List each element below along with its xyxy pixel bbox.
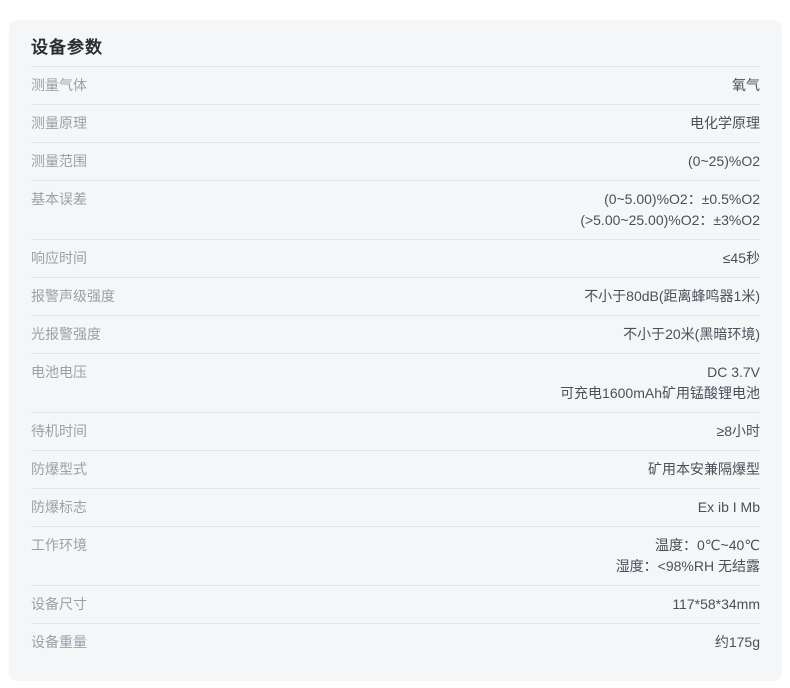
spec-value: 矿用本安兼隔爆型 [87,459,760,480]
spec-label: 防爆标志 [31,497,87,518]
spec-row-light-alarm-intensity: 光报警强度 不小于20米(黑暗环境) [31,316,760,354]
spec-value: DC 3.7V 可充电1600mAh矿用锰酸锂电池 [87,362,760,404]
spec-value: 不小于20米(黑暗环境) [101,324,760,345]
spec-row-measure-range: 测量范围 (0~25)%O2 [31,143,760,181]
spec-value-line: DC 3.7V [107,362,760,383]
spec-value-line: 矿用本安兼隔爆型 [107,459,760,480]
spec-label: 测量范围 [31,151,87,172]
spec-value-line: ≥8小时 [107,421,760,442]
spec-value: 117*58*34mm [87,594,760,615]
spec-value: 约175g [87,632,760,653]
spec-value: Ex ib I Mb [87,497,760,518]
spec-label: 设备尺寸 [31,594,87,615]
spec-row-measure-principle: 测量原理 电化学原理 [31,105,760,143]
spec-label: 测量气体 [31,75,87,96]
spec-label: 设备重量 [31,632,87,653]
spec-value: 氧气 [87,75,760,96]
spec-value: ≤45秒 [87,248,760,269]
spec-row-explosion-proof-mark: 防爆标志 Ex ib I Mb [31,489,760,527]
spec-value-line: Ex ib I Mb [107,497,760,518]
spec-row-basic-error: 基本误差 (0~5.00)%O2：±0.5%O2 (>5.00~25.00)%O… [31,181,760,240]
spec-value: ≥8小时 [87,421,760,442]
spec-row-explosion-proof-type: 防爆型式 矿用本安兼隔爆型 [31,451,760,489]
spec-label: 光报警强度 [31,324,101,345]
spec-value-line: 电化学原理 [107,113,760,134]
spec-row-alarm-sound-level: 报警声级强度 不小于80dB(距离蜂鸣器1米) [31,278,760,316]
spec-row-response-time: 响应时间 ≤45秒 [31,240,760,278]
spec-label: 测量原理 [31,113,87,134]
spec-row-measure-gas: 测量气体 氧气 [31,67,760,105]
spec-value-line: (0~25)%O2 [107,151,760,172]
spec-value-line: 约175g [107,632,760,653]
spec-row-working-environment: 工作环境 温度：0℃~40℃ 湿度：<98%RH 无结露 [31,527,760,586]
spec-value: (0~5.00)%O2：±0.5%O2 (>5.00~25.00)%O2：±3%… [87,189,760,231]
spec-value-line: 117*58*34mm [107,594,760,615]
device-parameters-card: 设备参数 测量气体 氧气 测量原理 电化学原理 测量范围 (0~25)%O2 基… [9,20,782,681]
spec-value: 不小于80dB(距离蜂鸣器1米) [115,286,760,307]
spec-label: 工作环境 [31,535,87,556]
spec-value: (0~25)%O2 [87,151,760,172]
card-title: 设备参数 [31,20,760,67]
spec-value-line: 不小于80dB(距离蜂鸣器1米) [135,286,760,307]
spec-value-line: (0~5.00)%O2：±0.5%O2 [107,189,760,210]
spec-row-device-weight: 设备重量 约175g [31,624,760,661]
spec-row-device-size: 设备尺寸 117*58*34mm [31,586,760,624]
spec-value-line: (>5.00~25.00)%O2：±3%O2 [107,210,760,231]
spec-value: 温度：0℃~40℃ 湿度：<98%RH 无结露 [87,535,760,577]
spec-value-line: 不小于20米(黑暗环境) [121,324,760,345]
spec-value-line: 可充电1600mAh矿用锰酸锂电池 [107,383,760,404]
spec-value-line: 氧气 [107,75,760,96]
spec-value: 电化学原理 [87,113,760,134]
spec-label: 待机时间 [31,421,87,442]
spec-label: 电池电压 [31,362,87,383]
spec-row-battery-voltage: 电池电压 DC 3.7V 可充电1600mAh矿用锰酸锂电池 [31,354,760,413]
spec-value-line: 温度：0℃~40℃ [107,535,760,556]
spec-label: 防爆型式 [31,459,87,480]
spec-row-standby-time: 待机时间 ≥8小时 [31,413,760,451]
spec-label: 响应时间 [31,248,87,269]
spec-value-line: 湿度：<98%RH 无结露 [107,556,760,577]
spec-label: 报警声级强度 [31,286,115,307]
spec-label: 基本误差 [31,189,87,210]
spec-value-line: ≤45秒 [107,248,760,269]
